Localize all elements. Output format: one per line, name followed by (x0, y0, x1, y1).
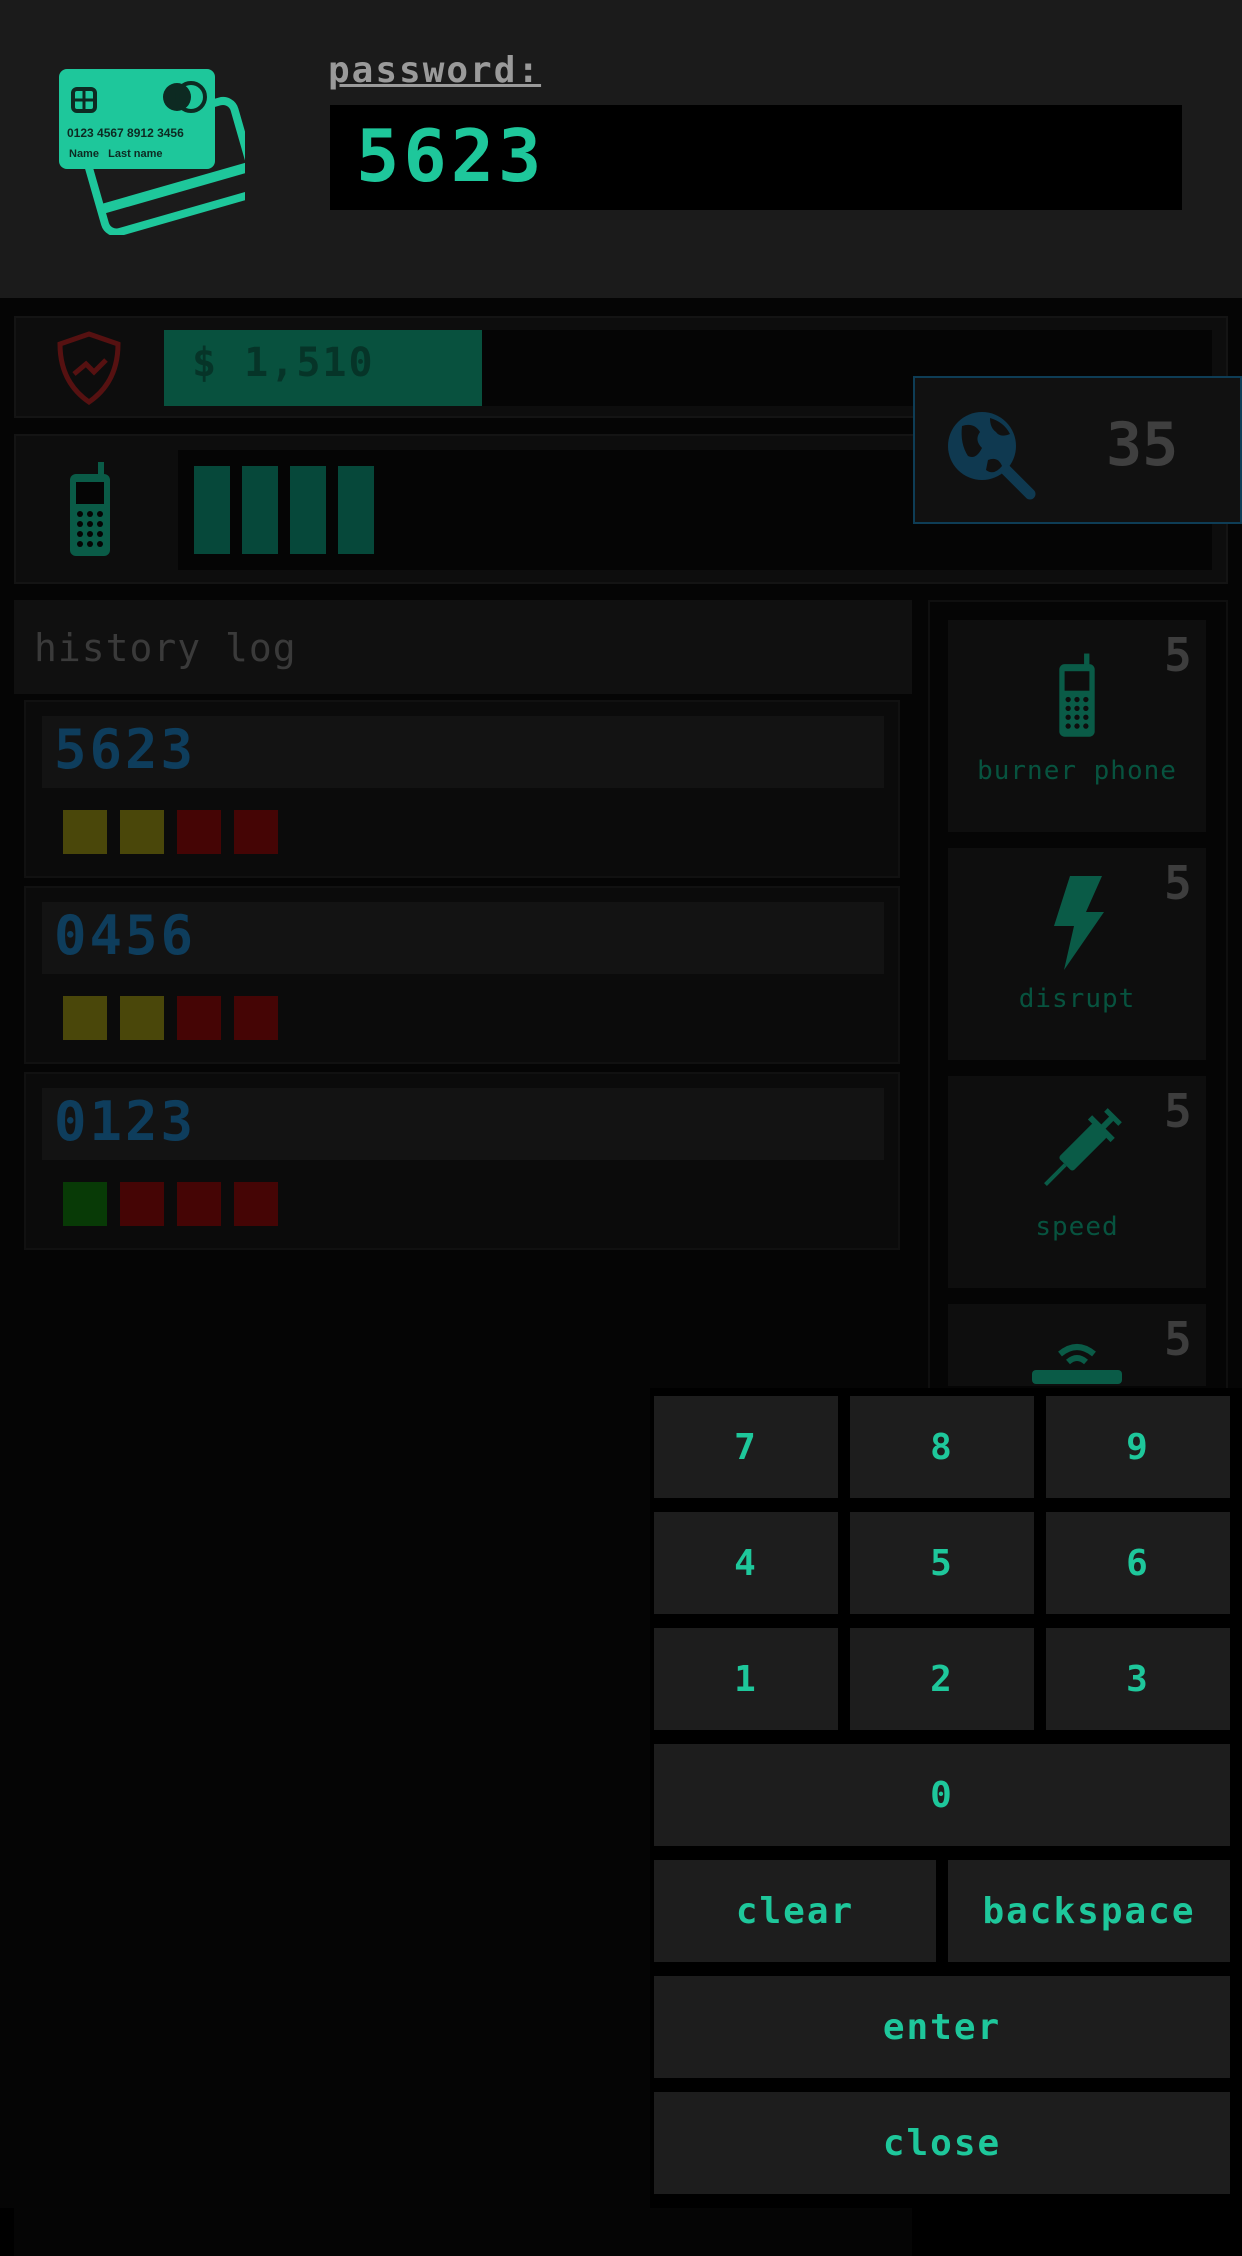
feedback-square (120, 810, 164, 854)
shop-item-cost: 5 (1164, 628, 1192, 682)
close-button[interactable]: close (654, 2092, 1230, 2194)
feedback-square (177, 996, 221, 1040)
card-holder-name: Name Last name (69, 148, 163, 160)
lightning-icon (1054, 876, 1104, 970)
scan-count: 35 (1106, 410, 1179, 480)
feedback-square (63, 810, 107, 854)
key-6-button[interactable]: 6 (1046, 1512, 1230, 1614)
feedback-square (177, 810, 221, 854)
shop-item-label: disrupt (1018, 984, 1136, 1014)
clear-button[interactable]: clear (654, 1860, 936, 1962)
phone-icon (70, 462, 110, 556)
money-amount: $ 1,510 (192, 340, 375, 386)
phone-icon (1059, 653, 1095, 737)
shop-item-label: burner phone (977, 756, 1177, 786)
key-7-button[interactable]: 7 (654, 1396, 838, 1498)
key-5-button[interactable]: 5 (850, 1512, 1034, 1614)
shop-item-cost: 5 (1164, 1084, 1192, 1138)
feedback-square (63, 996, 107, 1040)
feedback-square (120, 996, 164, 1040)
feedback-square (234, 810, 278, 854)
feedback-square (63, 1182, 107, 1226)
key-1-button[interactable]: 1 (654, 1628, 838, 1730)
password-label: password: (328, 50, 542, 91)
signal-bar (242, 466, 278, 554)
history-entry-code: 0123 (54, 1090, 197, 1153)
feedback-square (177, 1182, 221, 1226)
signal-bar (290, 466, 326, 554)
history-entry-code: 5623 (54, 718, 197, 781)
history-log-title: history log (34, 626, 297, 670)
enter-button[interactable]: enter (654, 1976, 1230, 2078)
globe-search-icon (948, 412, 1036, 500)
shop-item-cost: 5 (1164, 856, 1192, 910)
credit-card-icon: 0123 4567 8912 3456 Name Last name (59, 69, 245, 235)
feedback-square (120, 1182, 164, 1226)
router-icon (1032, 1344, 1122, 1384)
key-0-button[interactable]: 0 (654, 1744, 1230, 1846)
signal-bar (194, 466, 230, 554)
key-9-button[interactable]: 9 (1046, 1396, 1230, 1498)
backspace-button[interactable]: backspace (948, 1860, 1230, 1962)
key-8-button[interactable]: 8 (850, 1396, 1034, 1498)
password-value: 5623 (356, 114, 546, 198)
key-4-button[interactable]: 4 (654, 1512, 838, 1614)
shop-item-cost: 5 (1164, 1312, 1192, 1366)
feedback-square (234, 1182, 278, 1226)
signal-bar (338, 466, 374, 554)
shop-item-label: speed (1035, 1212, 1119, 1242)
card-number: 0123 4567 8912 3456 (67, 126, 184, 140)
feedback-square (234, 996, 278, 1040)
shield-icon (57, 331, 121, 405)
key-3-button[interactable]: 3 (1046, 1628, 1230, 1730)
key-2-button[interactable]: 2 (850, 1628, 1034, 1730)
history-entry-code: 0456 (54, 904, 197, 967)
syringe-icon (1044, 1108, 1122, 1186)
